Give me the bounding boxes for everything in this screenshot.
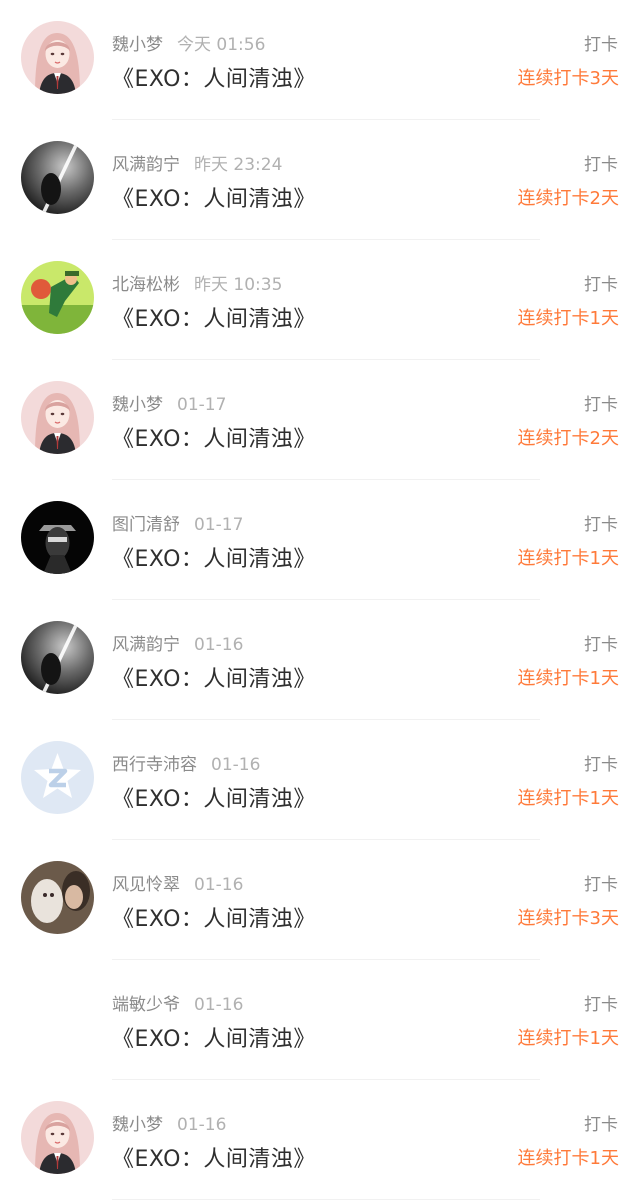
checkin-row[interactable]: 魏小梦 01-17 《EXO：人间清浊》 打卡 连续打卡2天 xyxy=(0,360,640,480)
streak-badge: 连续打卡3天 xyxy=(517,68,619,89)
checkin-time: 01-16 xyxy=(194,635,244,655)
book-title[interactable]: 《EXO：人间清浊》 xyxy=(112,1141,316,1173)
checkin-tag: 打卡 xyxy=(584,35,618,55)
user-name[interactable]: 魏小梦 xyxy=(112,395,163,415)
streak-badge: 连续打卡2天 xyxy=(517,188,619,209)
user-name[interactable]: 北海松彬 xyxy=(112,275,180,295)
girl-avatar[interactable] xyxy=(21,1101,94,1174)
girl-avatar[interactable] xyxy=(21,381,94,454)
book-title[interactable]: 《EXO：人间清浊》 xyxy=(112,61,316,93)
checkin-tag: 打卡 xyxy=(584,995,618,1015)
streak-badge: 连续打卡1天 xyxy=(517,788,619,809)
checkin-row[interactable]: 魏小梦 01-16 《EXO：人间清浊》 打卡 连续打卡1天 xyxy=(0,1080,640,1200)
cartoon-avatar[interactable] xyxy=(21,261,94,334)
book-title[interactable]: 《EXO：人间清浊》 xyxy=(112,421,316,453)
book-title[interactable]: 《EXO：人间清浊》 xyxy=(112,181,316,213)
streak-badge: 连续打卡3天 xyxy=(517,908,619,929)
user-name[interactable]: 魏小梦 xyxy=(112,1115,163,1135)
checkin-time: 01-16 xyxy=(211,755,261,775)
book-title[interactable]: 《EXO：人间清浊》 xyxy=(112,781,316,813)
checkin-time: 今天 01:56 xyxy=(177,35,266,55)
checkin-list: 魏小梦 今天 01:56 《EXO：人间清浊》 打卡 连续打卡3天 风满韵宁 昨天 … xyxy=(0,0,640,1200)
streak-badge: 连续打卡2天 xyxy=(517,428,619,449)
streak-badge: 连续打卡1天 xyxy=(517,1148,619,1169)
checkin-row[interactable]: 魏小梦 今天 01:56 《EXO：人间清浊》 打卡 连续打卡3天 xyxy=(0,0,640,120)
checkin-tag: 打卡 xyxy=(584,515,618,535)
checkin-time: 01-17 xyxy=(194,515,244,535)
user-name[interactable]: 风满韵宁 xyxy=(112,155,180,175)
book-title[interactable]: 《EXO：人间清浊》 xyxy=(112,901,316,933)
streak-badge: 连续打卡1天 xyxy=(517,548,619,569)
checkin-tag: 打卡 xyxy=(584,395,618,415)
dark-light-avatar[interactable] xyxy=(21,141,94,214)
checkin-tag: 打卡 xyxy=(584,1115,618,1135)
checkin-row[interactable]: 北海松彬 昨天 10:35 《EXO：人间清浊》 打卡 连续打卡1天 xyxy=(0,240,640,360)
streak-badge: 连续打卡1天 xyxy=(517,668,619,689)
checkin-time: 昨天 23:24 xyxy=(194,155,283,175)
default-q-avatar[interactable] xyxy=(21,741,94,814)
checkin-row[interactable]: 风满韵宁 01-16 《EXO：人间清浊》 打卡 连续打卡1天 xyxy=(0,600,640,720)
dark-light-avatar[interactable] xyxy=(21,621,94,694)
checkin-row[interactable]: 图门清舒 01-17 《EXO：人间清浊》 打卡 连续打卡1天 xyxy=(0,480,640,600)
streak-badge: 连续打卡1天 xyxy=(517,1028,619,1049)
checkin-tag: 打卡 xyxy=(584,635,618,655)
book-title[interactable]: 《EXO：人间清浊》 xyxy=(112,1021,316,1053)
book-title[interactable]: 《EXO：人间清浊》 xyxy=(112,661,316,693)
checkin-time: 01-16 xyxy=(194,875,244,895)
checkin-row[interactable]: 西行寺沛容 01-16 《EXO：人间清浊》 打卡 连续打卡1天 xyxy=(0,720,640,840)
checkin-time: 昨天 10:35 xyxy=(194,275,283,295)
checkin-tag: 打卡 xyxy=(584,875,618,895)
dark-figure-avatar[interactable] xyxy=(21,501,94,574)
checkin-row[interactable]: 风满韵宁 昨天 23:24 《EXO：人间清浊》 打卡 连续打卡2天 xyxy=(0,120,640,240)
user-name[interactable]: 西行寺沛容 xyxy=(112,755,197,775)
book-title[interactable]: 《EXO：人间清浊》 xyxy=(112,301,316,333)
user-name[interactable]: 魏小梦 xyxy=(112,35,163,55)
user-name[interactable]: 端敏少爷 xyxy=(112,995,180,1015)
checkin-time: 01-16 xyxy=(177,1115,227,1135)
checkin-time: 01-16 xyxy=(194,995,244,1015)
user-name[interactable]: 风满韵宁 xyxy=(112,635,180,655)
user-name[interactable]: 图门清舒 xyxy=(112,515,180,535)
streak-badge: 连续打卡1天 xyxy=(517,308,619,329)
user-name[interactable]: 风见怜翠 xyxy=(112,875,180,895)
empty-avatar[interactable] xyxy=(21,981,94,1054)
checkin-tag: 打卡 xyxy=(584,155,618,175)
checkin-row[interactable]: 端敏少爷 01-16 《EXO：人间清浊》 打卡 连续打卡1天 xyxy=(0,960,640,1080)
checkin-tag: 打卡 xyxy=(584,755,618,775)
photo-avatar[interactable] xyxy=(21,861,94,934)
girl-avatar[interactable] xyxy=(21,21,94,94)
checkin-tag: 打卡 xyxy=(584,275,618,295)
checkin-time: 01-17 xyxy=(177,395,227,415)
book-title[interactable]: 《EXO：人间清浊》 xyxy=(112,541,316,573)
checkin-row[interactable]: 风见怜翠 01-16 《EXO：人间清浊》 打卡 连续打卡3天 xyxy=(0,840,640,960)
